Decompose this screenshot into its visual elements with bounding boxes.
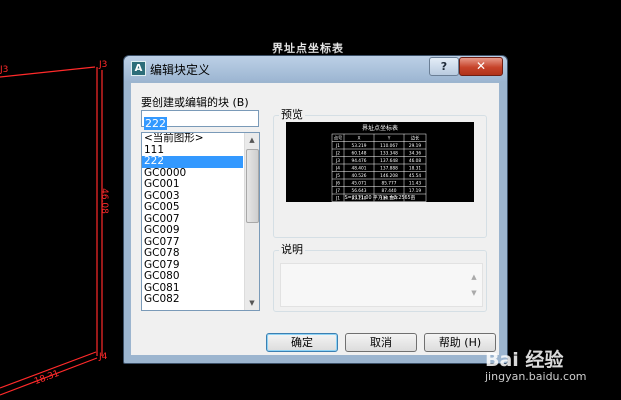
preview-table-cell: 87.440: [381, 188, 396, 194]
point-label-j4: J4: [99, 352, 108, 362]
block-list-item[interactable]: GC080: [142, 270, 243, 283]
preview-table-cell: J4: [335, 165, 340, 171]
close-button[interactable]: ✕: [459, 57, 503, 76]
block-list-item[interactable]: GC078: [142, 247, 243, 260]
preview-table-cell: 60.148: [351, 150, 366, 156]
preview-table-cell: 17.19: [409, 188, 422, 194]
preview-table-cell: 110.067: [380, 143, 398, 149]
preview-table-cell: 94.476: [351, 158, 366, 164]
preview-table-cell: J5: [335, 173, 340, 179]
preview-table-cell: 29.19: [409, 143, 422, 149]
preview-table-cell: 53.219: [351, 143, 366, 149]
point-label-j3: J3: [99, 60, 108, 70]
preview-table-cell: J1: [335, 143, 340, 149]
preview-table-cell: 45.54: [409, 173, 422, 179]
preview-table-cell: J6: [335, 180, 340, 186]
block-name-label: 要创建或编辑的块 (B): [141, 96, 249, 109]
preview-table-drawing: 界址点坐标表 点号 X Y 边长 J1 53.219 110.067 29.19 J2 60.14…: [331, 124, 427, 202]
block-name-value: 222: [144, 117, 167, 130]
block-list: <当前图形> 111 222 GC0000 GC001 GC003 GC005 GC007 GC…: [142, 133, 243, 306]
preview-table-cell: 137.648: [380, 158, 398, 164]
preview-table-cell: 18.31: [409, 165, 422, 171]
block-list-item[interactable]: GC005: [142, 201, 243, 214]
point-label-left: J3: [0, 65, 9, 75]
scroll-down-icon[interactable]: ▼: [245, 296, 259, 310]
preview-label: 预览: [279, 106, 305, 122]
description-text[interactable]: ▲ ▼: [280, 263, 483, 307]
dialog-titlebar[interactable]: A 编辑块定义 ? ✕: [124, 56, 507, 81]
preview-table-cell: 点号: [334, 135, 343, 141]
dimension-label-vertical: 46.08: [98, 188, 109, 214]
preview-table-cell: J1: [335, 195, 340, 201]
preview-table-title: 界址点坐标表: [362, 124, 398, 132]
preview-table-cell: X: [358, 135, 361, 141]
scroll-up-icon[interactable]: ▲: [467, 270, 481, 284]
titlebar-help-button[interactable]: ?: [429, 57, 459, 76]
preview-table-cell: J2: [335, 150, 340, 156]
preview-table-cell: 11.43: [409, 180, 422, 186]
ok-button[interactable]: 确定: [266, 333, 338, 352]
preview-table-cell: 48.401: [351, 165, 366, 171]
preview-table-cell: 46.08: [409, 158, 422, 164]
block-list-item[interactable]: GC009: [142, 224, 243, 237]
cancel-button[interactable]: 取消: [345, 333, 417, 352]
preview-table-cell: 85.777: [381, 180, 396, 186]
edit-block-definition-dialog: A 编辑块定义 ? ✕ 要创建或编辑的块 (B) 222 <当前图形> 111 22…: [123, 55, 508, 364]
block-list-scrollbar[interactable]: ▲ ▼: [244, 133, 259, 310]
preview-table-cell: 56.643: [351, 188, 366, 194]
block-list-item[interactable]: <当前图形>: [142, 133, 243, 145]
preview-table-cell: 137.888: [380, 165, 398, 171]
block-list-item[interactable]: 222: [142, 155, 243, 168]
description-scrollbar[interactable]: ▲ ▼: [467, 264, 482, 306]
block-name-input[interactable]: 222: [141, 110, 259, 130]
block-preview: 界址点坐标表 点号 X Y 边长 J1 53.219 110.067 29.19 J2 60.14…: [286, 122, 474, 202]
scroll-thumb[interactable]: [246, 149, 259, 223]
block-list-item[interactable]: GC001: [142, 178, 243, 191]
block-list-item[interactable]: GC082: [142, 293, 243, 306]
dialog-title: 编辑块定义: [150, 63, 211, 77]
preview-table-cell: J7: [335, 188, 340, 194]
scroll-down-icon[interactable]: ▼: [467, 286, 481, 300]
scroll-up-icon[interactable]: ▲: [245, 133, 259, 147]
boundary-line-top: [0, 66, 96, 78]
block-listbox[interactable]: <当前图形> 111 222 GC0000 GC001 GC003 GC005 GC007 GC…: [141, 132, 260, 311]
baidu-jingyan-logo: Bai 经验: [485, 349, 564, 371]
preview-table-cell: Y: [387, 135, 391, 141]
dialog-body: 要创建或编辑的块 (B) 222 <当前图形> 111 222 GC0000 GC001…: [131, 83, 499, 355]
autocad-icon: A: [131, 61, 146, 76]
preview-table-cell: J3: [335, 158, 340, 164]
cad-title: 界址点坐标表: [272, 42, 344, 55]
preview-table-cell: 45.071: [351, 180, 366, 186]
preview-table-cell: 边长: [411, 134, 420, 141]
preview-table-footer: S=2171.00 平方米 合3.2565亩: [345, 194, 416, 201]
description-label: 说明: [279, 241, 305, 257]
preview-table-cell: 34.36: [409, 150, 422, 156]
preview-table-cell: 133.348: [380, 150, 398, 156]
preview-table-cell: 40.526: [351, 173, 366, 179]
preview-table-cell: 146.208: [380, 173, 398, 179]
watermark-url: jingyan.baidu.com: [485, 370, 587, 383]
